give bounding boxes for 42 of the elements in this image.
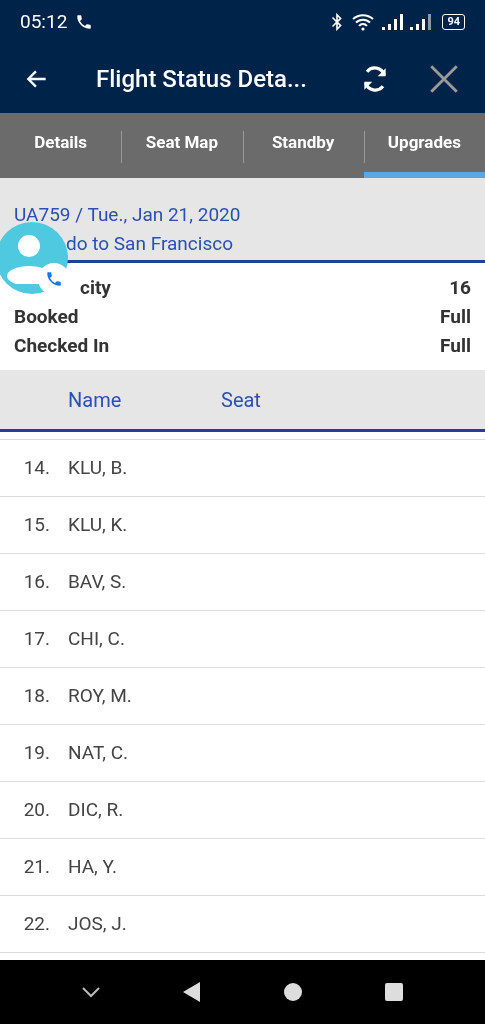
summary-label: Checked In (14, 333, 110, 359)
tab[interactable]: Standby (242, 113, 364, 178)
battery-level: 94 (442, 14, 465, 30)
row-number: 21. (22, 853, 51, 880)
passenger-name: HA, Y. (68, 853, 118, 880)
tab[interactable]: Details (0, 113, 122, 178)
row-number: 22. (22, 910, 51, 937)
passenger-name: JOS, J. (68, 910, 127, 937)
summary-label: Booked (14, 304, 79, 330)
column-header: Name (68, 386, 123, 414)
chevron-down-icon[interactable] (80, 986, 101, 998)
row-number: 17. (22, 625, 51, 652)
row-number: 20. (22, 796, 51, 823)
tab[interactable]: Seat Map (121, 113, 243, 178)
passenger-name: DIC, R. (68, 796, 124, 823)
passenger-name: BAV, S. (68, 568, 127, 595)
phone-icon (45, 270, 63, 288)
wifi-icon (352, 13, 375, 31)
route-text: do to San Francisco (65, 231, 234, 257)
row-number: 19. (22, 739, 51, 766)
passenger-name: KLU, B. (68, 454, 128, 481)
row-number: 15. (22, 511, 51, 538)
summary-value: Full (440, 304, 471, 330)
passenger-name: KLU, K. (68, 511, 128, 538)
passenger-name: NAT, C. (68, 739, 129, 766)
row-number: 16. (22, 568, 51, 595)
passenger-name: ROY, M. (68, 682, 132, 709)
summary-value: Full (440, 333, 471, 359)
column-header: Seat (221, 386, 261, 414)
passenger-name: CHI, C. (68, 625, 125, 652)
row-number: 18. (22, 682, 51, 709)
back-icon[interactable] (181, 981, 202, 1003)
recents-icon[interactable] (384, 982, 405, 1002)
phone-icon (75, 13, 94, 31)
summary-label: city (80, 275, 111, 301)
screen-title: Flight Status Deta... (96, 63, 307, 95)
flight-info: UA759 / Tue., Jan 21, 2020 (13, 202, 242, 228)
summary-value: 16 (449, 275, 471, 301)
row-number: 14. (22, 454, 51, 481)
status-time: 05:12 (20, 8, 68, 35)
home-icon[interactable] (283, 982, 304, 1002)
bluetooth-icon (330, 13, 345, 31)
